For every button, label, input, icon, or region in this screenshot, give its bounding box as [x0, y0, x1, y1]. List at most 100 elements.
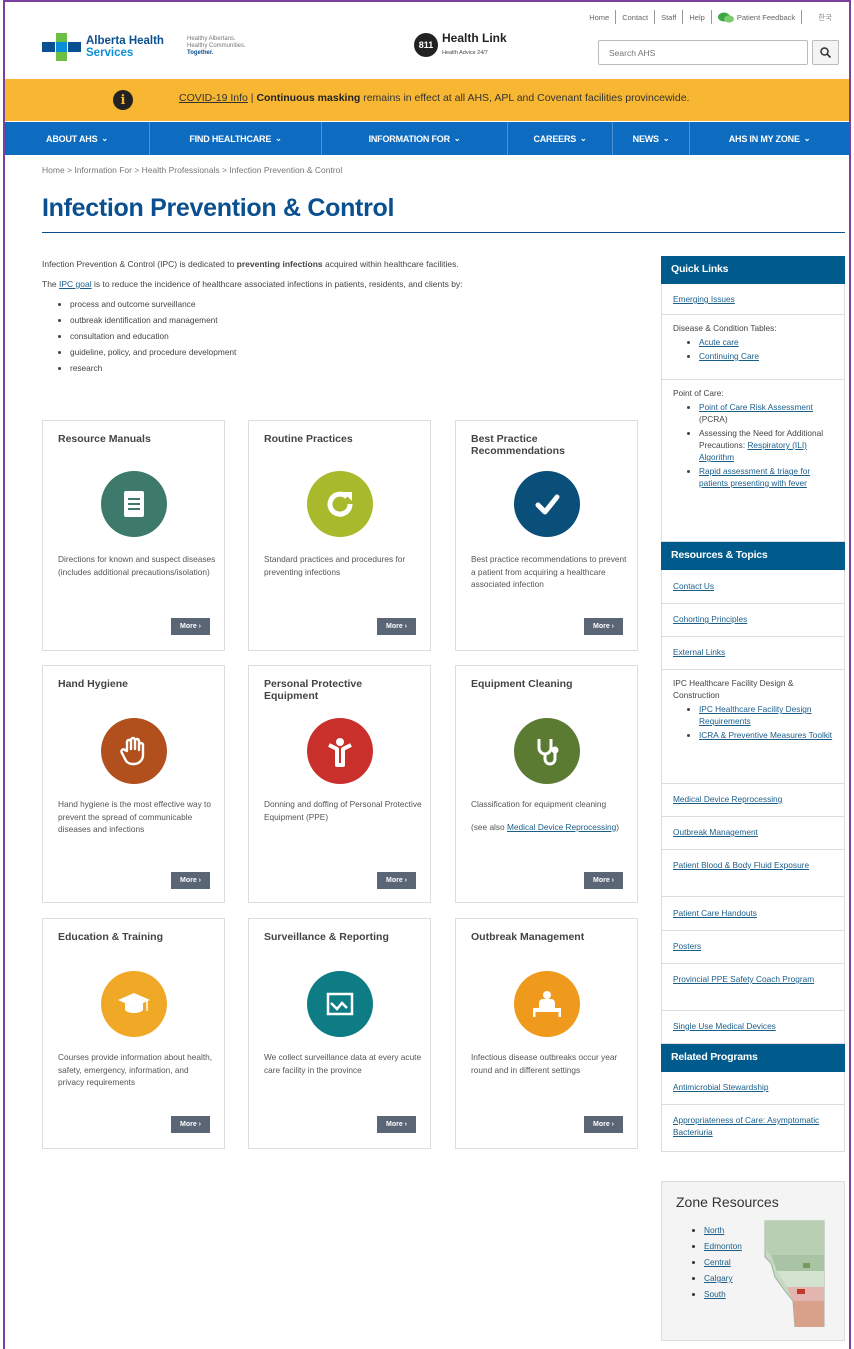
antimicrobial-stewardship-link[interactable]: Antimicrobial Stewardship: [673, 1082, 768, 1092]
zone-south-link[interactable]: South: [704, 1289, 726, 1299]
card-description: Classification for equipment cleaning: [471, 799, 607, 809]
zone-edmonton-link[interactable]: Edmonton: [704, 1241, 742, 1251]
cohorting-link[interactable]: Cohorting Principles: [673, 614, 747, 624]
card-title: Outbreak Management: [471, 931, 585, 943]
intro-list: process and outcome surveillance outbrea…: [70, 298, 642, 374]
contact-us-link[interactable]: Contact Us: [673, 581, 714, 591]
health-link-logo[interactable]: 811 Health Link Health Advice 24/7: [414, 32, 507, 57]
card-title: Hand Hygiene: [58, 678, 129, 690]
acute-care-link[interactable]: Acute care: [699, 337, 739, 347]
health-link-811-badge: 811: [414, 32, 438, 57]
list-item: consultation and education: [70, 330, 642, 342]
patient-bed-icon: [514, 971, 580, 1037]
list-item: research: [70, 362, 642, 374]
card-title: Equipment Cleaning: [471, 678, 573, 690]
chat-bubbles-icon: [717, 12, 734, 23]
single-use-devices-link[interactable]: Single Use Medical Devices: [673, 1021, 776, 1031]
covid-info-link[interactable]: COVID-19 Info: [179, 92, 248, 104]
nav-about-ahs[interactable]: ABOUT AHS ⌄: [5, 122, 150, 155]
card-title: Education & Training: [58, 931, 164, 943]
posters-link[interactable]: Posters: [673, 941, 701, 951]
outbreak-management-link[interactable]: Outbreak Management: [673, 827, 758, 837]
more-button[interactable]: More ›: [377, 1116, 416, 1133]
card-outbreak-management[interactable]: Outbreak Management Infectious disease o…: [455, 918, 638, 1149]
more-button[interactable]: More ›: [171, 618, 210, 635]
device-reprocessing-link[interactable]: Medical Device Reprocessing: [673, 794, 782, 804]
main-nav: ABOUT AHS ⌄ FIND HEALTHCARE ⌄ INFORMATION …: [5, 122, 849, 155]
checkmark-icon: [514, 471, 580, 537]
more-button[interactable]: More ›: [377, 618, 416, 635]
more-button[interactable]: More ›: [584, 618, 623, 635]
util-help-link[interactable]: Help: [689, 13, 704, 22]
util-staff-link[interactable]: Staff: [661, 13, 676, 22]
rapid-assessment-link[interactable]: Rapid assessment & triage for patients p…: [699, 466, 810, 488]
card-ppe[interactable]: Personal Protective Equipment Donning an…: [248, 665, 431, 903]
ipc-goal-link[interactable]: IPC goal: [59, 279, 92, 289]
chevron-down-icon: ⌄: [453, 134, 461, 143]
card-surveillance-reporting[interactable]: Surveillance & Reporting We collect surv…: [248, 918, 431, 1149]
util-home-link[interactable]: Home: [589, 13, 609, 22]
nav-find-healthcare[interactable]: FIND HEALTHCARE ⌄: [150, 122, 322, 155]
card-education-training[interactable]: Education & Training Courses provide inf…: [42, 918, 225, 1149]
covid-banner: i COVID-19 Info | Continuous masking rem…: [5, 79, 849, 121]
nav-careers[interactable]: CAREERS ⌄: [508, 122, 613, 155]
title-divider: [42, 232, 845, 233]
intro-section: Infection Prevention & Control (IPC) is …: [42, 258, 642, 378]
nav-news[interactable]: NEWS ⌄: [613, 122, 690, 155]
card-hand-hygiene[interactable]: Hand Hygiene Hand hygiene is the most ef…: [42, 665, 225, 903]
list-item: guideline, policy, and procedure develop…: [70, 346, 642, 358]
medical-device-reprocessing-link[interactable]: Medical Device Reprocessing: [507, 822, 616, 832]
ahs-cross-icon: [42, 33, 82, 61]
util-contact-link[interactable]: Contact: [622, 13, 648, 22]
card-title: Surveillance & Reporting: [264, 931, 389, 943]
alberta-zone-map[interactable]: [763, 1219, 826, 1327]
health-link-sub: Health Advice 24/7: [442, 50, 488, 56]
ahs-logo[interactable]: Alberta Health Services: [42, 33, 164, 61]
zone-north-link[interactable]: North: [704, 1225, 724, 1235]
language-link[interactable]: 한국: [818, 12, 832, 23]
health-link-title: Health Link: [442, 31, 507, 45]
design-requirements-link[interactable]: IPC Healthcare Facility Design Requireme…: [699, 704, 812, 726]
icra-toolkit-link[interactable]: ICRA & Preventive Measures Toolkit: [699, 730, 832, 740]
card-description: Infectious disease outbreaks occur year …: [471, 1052, 618, 1075]
search-icon: [820, 47, 831, 58]
more-button[interactable]: More ›: [584, 1116, 623, 1133]
search-input[interactable]: [598, 40, 808, 65]
pcra-link[interactable]: Point of Care Risk Assessment: [699, 402, 813, 412]
card-description: Directions for known and suspect disease…: [58, 554, 216, 577]
continuing-care-link[interactable]: Continuing Care: [699, 351, 759, 361]
zone-calgary-link[interactable]: Calgary: [704, 1273, 733, 1283]
card-title: Resource Manuals: [58, 433, 151, 445]
person-icon: [307, 718, 373, 784]
patient-feedback-link[interactable]: Patient Feedback: [717, 12, 796, 23]
nav-ahs-in-my-zone[interactable]: AHS IN MY ZONE ⌄: [690, 122, 849, 155]
appropriateness-of-care-link[interactable]: Appropriateness of Care: Asymptomatic Ba…: [673, 1115, 819, 1137]
patient-feedback-label: Patient Feedback: [736, 12, 796, 22]
card-resource-manuals[interactable]: Resource Manuals Directions for known an…: [42, 420, 225, 651]
ppe-safety-coach-link[interactable]: Provincial PPE Safety Coach Program: [673, 974, 814, 984]
breadcrumb[interactable]: Home > Information For > Health Professi…: [42, 165, 342, 175]
sidebar: Quick Links Emerging Issues Disease & Co…: [661, 256, 845, 1152]
nav-information-for[interactable]: INFORMATION FOR ⌄: [322, 122, 508, 155]
graduation-cap-icon: [101, 971, 167, 1037]
banner-bold: Continuous masking: [256, 92, 361, 104]
manual-icon: [101, 471, 167, 537]
utility-links: Home Contact Staff Help Patient Feedback…: [589, 10, 832, 24]
card-routine-practices[interactable]: Routine Practices Standard practices and…: [248, 420, 431, 651]
more-button[interactable]: More ›: [171, 1116, 210, 1133]
emerging-issues-link[interactable]: Emerging Issues: [673, 294, 735, 304]
related-programs-heading: Related Programs: [661, 1044, 845, 1072]
patient-care-handouts-link[interactable]: Patient Care Handouts: [673, 908, 757, 918]
more-button[interactable]: More ›: [171, 872, 210, 889]
external-links-link[interactable]: External Links: [673, 647, 725, 657]
blood-fluid-exposure-link[interactable]: Patient Blood & Body Fluid Exposure: [673, 860, 809, 870]
card-equipment-cleaning[interactable]: Equipment Cleaning Classification for eq…: [455, 665, 638, 903]
card-best-practice[interactable]: Best Practice Recommendations Best pract…: [455, 420, 638, 651]
chevron-down-icon: ⌄: [662, 134, 670, 143]
more-button[interactable]: More ›: [377, 872, 416, 889]
chart-monitor-icon: [307, 971, 373, 1037]
zone-central-link[interactable]: Central: [704, 1257, 731, 1267]
more-button[interactable]: More ›: [584, 872, 623, 889]
search-button[interactable]: [812, 40, 839, 65]
info-icon: i: [113, 90, 133, 110]
